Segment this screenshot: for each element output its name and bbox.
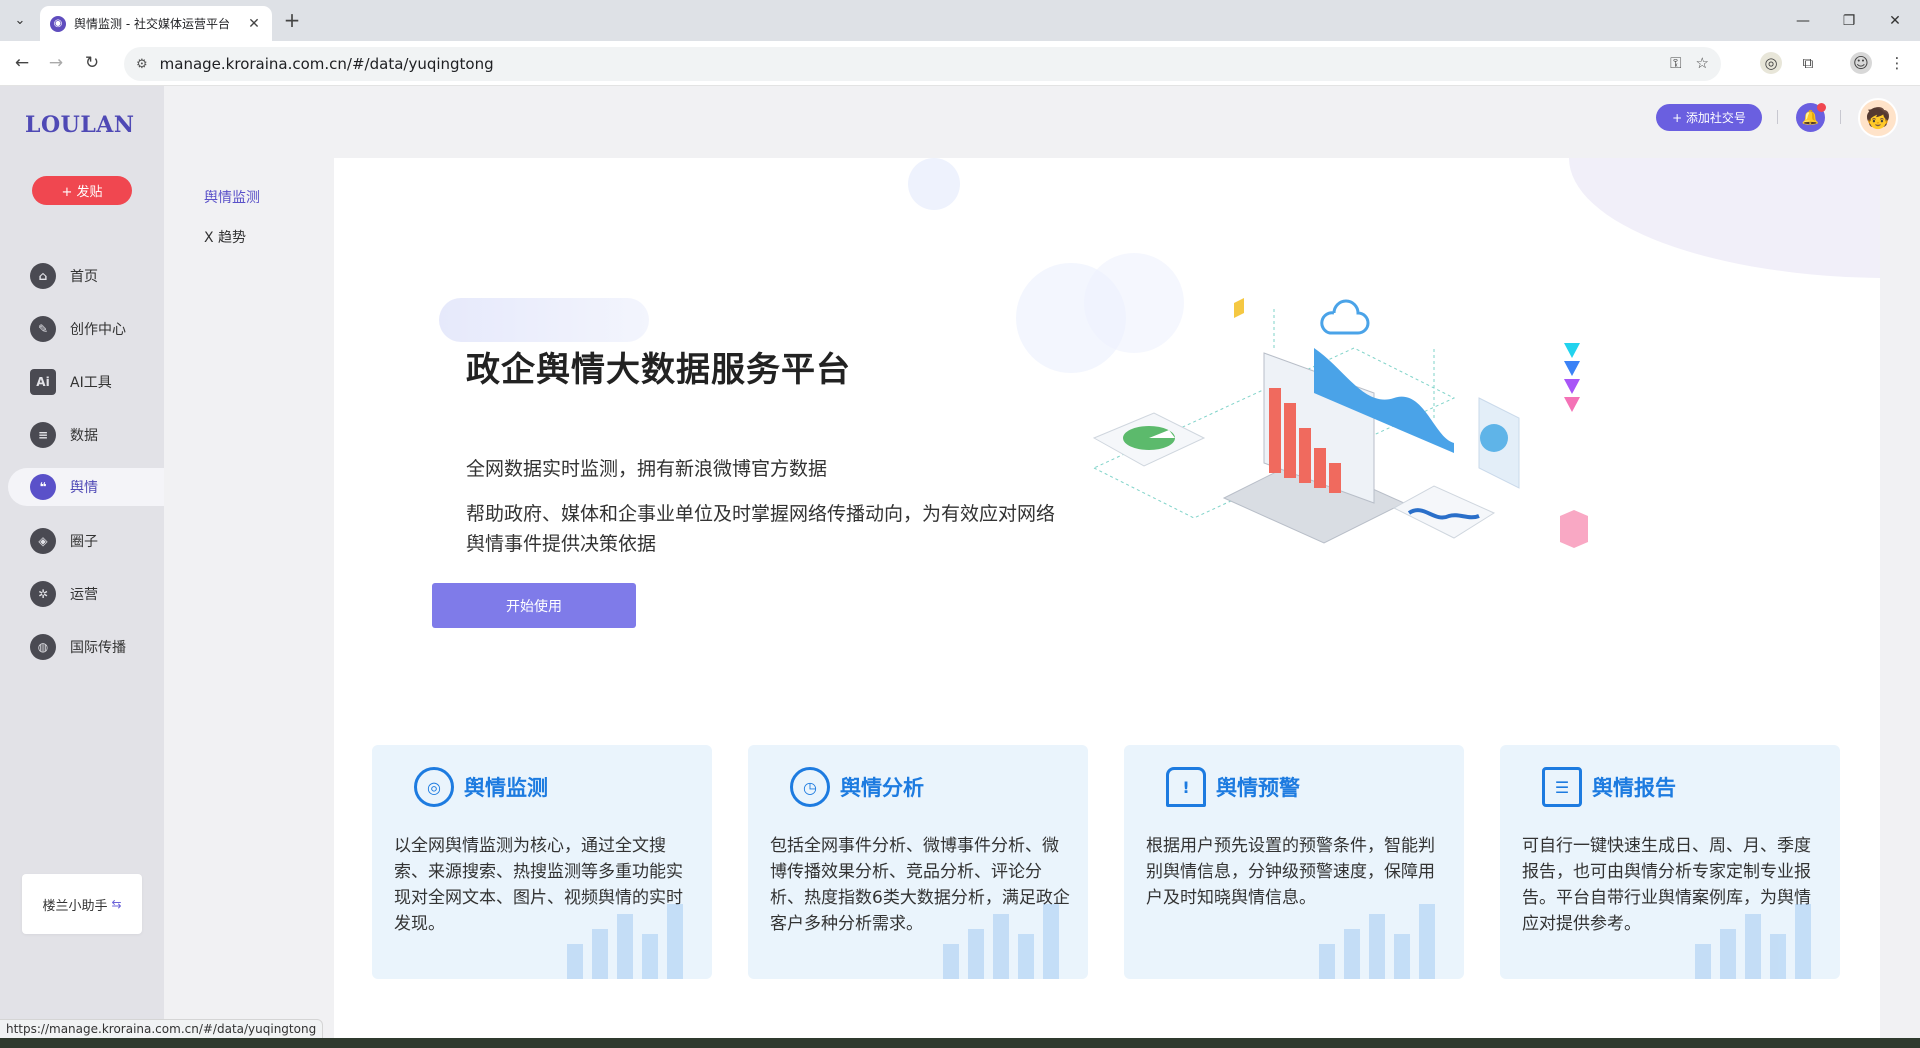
add-social-account-button[interactable]: + 添加社交号 (1656, 104, 1762, 131)
ai-icon: Ai (30, 369, 56, 395)
divider (1777, 110, 1778, 124)
sidebar-item-label: 创作中心 (70, 322, 126, 338)
hero-subtitle: 全网数据实时监测，拥有新浪微博官方数据 (466, 458, 828, 480)
sidebar-item-creation[interactable]: ✎ 创作中心 (8, 310, 164, 348)
report-icon: ☰ (1542, 767, 1582, 807)
taskbar (0, 1038, 1920, 1048)
sidebar-item-label: 舆情 (70, 480, 98, 496)
feature-card-analysis[interactable]: ◷ 舆情分析 包括全网事件分析、微博事件分析、微博传播效果分析、竞品分析、评论分… (748, 745, 1088, 979)
address-bar[interactable]: ⚙ manage.kroraina.com.cn/#/data/yuqingto… (124, 47, 1721, 81)
sidebar-item-international[interactable]: ◍ 国际传播 (8, 628, 164, 666)
sidebar-item-label: 首页 (70, 269, 98, 285)
sidebar-item-sentiment[interactable]: ❝ 舆情 (8, 468, 164, 506)
extension-icon[interactable]: ◎ (1760, 52, 1782, 74)
sidebar-item-ai-tools[interactable]: Ai AI工具 (8, 363, 164, 401)
sidebar-item-home[interactable]: ⌂ 首页 (8, 257, 164, 295)
compass-icon: ◈ (30, 528, 56, 554)
submenu-item-x-trends[interactable]: X 趋势 (204, 227, 246, 247)
sidebar-item-label: 运营 (70, 587, 98, 603)
bar-chart-icon (943, 904, 1059, 979)
palette-icon: ✎ (30, 316, 56, 342)
app-area: LOULAN + 发贴 ⌂ 首页 ✎ 创作中心 Ai AI工具 ≡ 数据 ❝ 舆… (0, 86, 1920, 1038)
browser-toolbar: ← → ↻ ⚙ manage.kroraina.com.cn/#/data/yu… (0, 41, 1920, 86)
sidebar-item-label: 数据 (70, 428, 98, 444)
notification-dot (1817, 103, 1826, 112)
extensions-puzzle-icon[interactable]: ⧉ (1797, 52, 1819, 74)
assistant-button[interactable]: 楼兰小助手 ⇆ (22, 874, 142, 934)
forward-icon[interactable]: → (42, 49, 70, 77)
sidebar-item-label: 圈子 (70, 534, 98, 550)
switch-icon: ⇆ (111, 897, 122, 911)
clock-chart-icon: ◷ (790, 767, 830, 807)
feature-title: 舆情预警 (1216, 776, 1300, 800)
profile-icon[interactable]: ☺ (1850, 52, 1872, 74)
sidebar-item-label: AI工具 (70, 375, 112, 391)
sidebar: LOULAN + 发贴 ⌂ 首页 ✎ 创作中心 Ai AI工具 ≡ 数据 ❝ 舆… (0, 86, 164, 1038)
home-icon: ⌂ (30, 263, 56, 289)
quote-icon: ❝ (30, 474, 56, 500)
close-tab-icon[interactable]: ✕ (246, 16, 262, 32)
main-content: 政企舆情大数据服务平台 全网数据实时监测，拥有新浪微博官方数据 帮助政府、媒体和… (334, 158, 1880, 1038)
tab-title: 舆情监测 - 社交媒体运营平台 (74, 17, 230, 31)
bar-chart-icon (567, 904, 683, 979)
favicon-icon: ◉ (50, 15, 66, 32)
feature-card-alert[interactable]: ! 舆情预警 根据用户预先设置的预警条件，智能判别舆情信息，分钟级预警速度，保障… (1124, 745, 1464, 979)
new-tab-icon[interactable]: + (280, 8, 304, 32)
browser-tab[interactable]: ◉ 舆情监测 - 社交媒体运营平台 ✕ (40, 6, 272, 41)
hero-title: 政企舆情大数据服务平台 (466, 350, 851, 390)
target-icon: ◎ (414, 767, 454, 807)
site-info-icon[interactable]: ⚙ (136, 57, 148, 72)
hero-decor (439, 298, 649, 342)
sidebar-item-data[interactable]: ≡ 数据 (8, 416, 164, 454)
divider (1840, 110, 1841, 124)
restore-icon[interactable]: ❐ (1826, 0, 1872, 41)
network-icon: ✲ (30, 581, 56, 607)
post-button[interactable]: + 发贴 (32, 176, 132, 205)
alarm-icon: ! (1166, 767, 1206, 807)
assistant-label: 楼兰小助手 (42, 898, 108, 914)
avatar[interactable]: 🧒 (1858, 98, 1898, 138)
start-button[interactable]: 开始使用 (432, 583, 636, 628)
sidebar-item-label: 国际传播 (70, 640, 126, 656)
status-bar-url: https://manage.kroraina.com.cn/#/data/yu… (0, 1019, 324, 1039)
sidebar-item-operations[interactable]: ✲ 运营 (8, 575, 164, 613)
reload-icon[interactable]: ↻ (78, 49, 106, 77)
decor-bubble (908, 158, 960, 210)
feature-card-monitor[interactable]: ◎ 舆情监测 以全网舆情监测为核心，通过全文搜索、来源搜索、热搜监测等多重功能实… (372, 745, 712, 979)
close-window-icon[interactable]: ✕ (1872, 0, 1918, 41)
bookmark-star-icon[interactable]: ☆ (1696, 54, 1709, 72)
minimize-icon[interactable]: — (1780, 0, 1826, 41)
feature-title: 舆情报告 (1592, 776, 1676, 800)
hero-description: 帮助政府、媒体和企事业单位及时掌握网络传播动向，为有效应对网络舆情事件提供决策依… (466, 503, 1056, 555)
submenu-item-monitor[interactable]: 舆情监测 (204, 187, 260, 207)
bar-chart-icon (1695, 904, 1811, 979)
feature-title: 舆情分析 (840, 776, 924, 800)
menu-dots-icon[interactable]: ⋮ (1886, 52, 1908, 74)
sidebar-item-circles[interactable]: ◈ 圈子 (8, 522, 164, 560)
back-icon[interactable]: ← (8, 49, 36, 77)
bar-chart-icon (1319, 904, 1435, 979)
tab-search-icon[interactable]: ⌄ (8, 8, 32, 32)
hero-illustration (1092, 298, 1588, 548)
decor-shape (1569, 158, 1880, 278)
feature-card-report[interactable]: ☰ 舆情报告 可自行一键快速生成日、周、月、季度报告，也可由舆情分析专家定制专业… (1500, 745, 1840, 979)
database-icon: ≡ (30, 422, 56, 448)
url-text: manage.kroraina.com.cn/#/data/yuqingtong (159, 55, 494, 73)
browser-tabbar: ⌄ ◉ 舆情监测 - 社交媒体运营平台 ✕ + — ❐ ✕ (0, 0, 1920, 41)
feature-title: 舆情监测 (464, 776, 548, 800)
globe-icon: ◍ (30, 634, 56, 660)
password-key-icon[interactable]: ⚿ (1670, 54, 1681, 72)
logo[interactable]: LOULAN (25, 112, 134, 138)
